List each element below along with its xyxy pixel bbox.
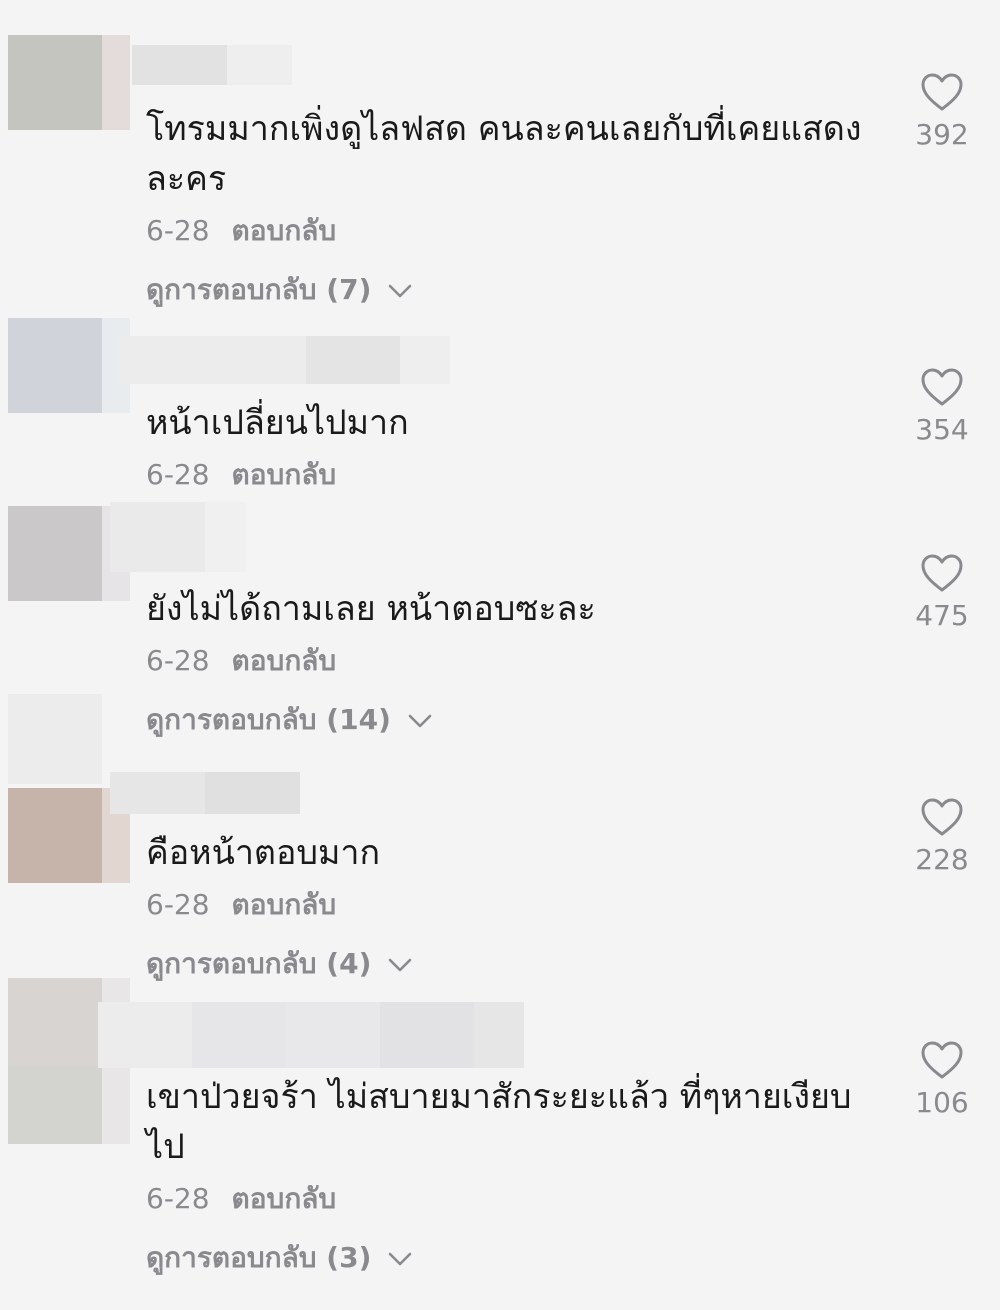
comment-text: คือหน้าตอบมาก <box>146 833 381 873</box>
like-button[interactable]: 228 <box>900 797 984 877</box>
like-count: 228 <box>915 843 969 876</box>
reply-button[interactable]: ตอบกลับ <box>232 644 337 677</box>
chevron-down-icon <box>408 714 431 728</box>
like-count: 106 <box>915 1086 969 1119</box>
username-blurred[interactable] <box>110 772 300 814</box>
view-replies-button[interactable]: ดูการตอบกลับ (3) <box>146 1241 413 1275</box>
comment-text: โทรมมากเพิ่งดูไลฟสด คนละคนเลยกับที่เคยแส… <box>146 109 862 199</box>
like-count: 354 <box>915 413 969 446</box>
username-blurred[interactable] <box>118 336 450 384</box>
view-replies-button[interactable]: ดูการตอบกลับ (14) <box>146 703 433 737</box>
comment-text: หน้าเปลี่ยนไปมาก <box>146 403 409 443</box>
comment-date: 6-28 <box>146 888 210 921</box>
view-replies-label: ดูการตอบกลับ (7) <box>146 273 372 306</box>
avatar[interactable] <box>8 35 130 130</box>
blurred-block <box>8 694 102 784</box>
reply-button[interactable]: ตอบกลับ <box>232 1182 337 1215</box>
like-button[interactable]: 106 <box>900 1040 984 1120</box>
comment-date: 6-28 <box>146 644 210 677</box>
username-blurred[interactable] <box>132 45 292 85</box>
chevron-down-icon <box>388 1252 412 1266</box>
username-blurred[interactable] <box>110 502 246 572</box>
comment-text: เขาป่วยจร้า ไม่สบายมาสักระยะแล้ว ที่ๆหาย… <box>146 1077 852 1167</box>
heart-outline-icon <box>921 368 963 406</box>
view-replies-button[interactable]: ดูการตอบกลับ (4) <box>146 947 413 981</box>
like-button[interactable]: 475 <box>900 553 984 633</box>
like-count: 475 <box>915 599 969 632</box>
heart-outline-icon <box>921 798 963 836</box>
view-replies-button[interactable]: ดูการตอบกลับ (7) <box>146 273 413 307</box>
chevron-down-icon <box>388 284 412 298</box>
comment-meta: 6-28 ตอบกลับ <box>146 458 336 492</box>
like-count: 392 <box>915 118 969 151</box>
view-replies-label: ดูการตอบกลับ (14) <box>146 703 391 736</box>
chevron-down-icon <box>388 958 412 972</box>
comment-date: 6-28 <box>146 214 210 247</box>
view-replies-label: ดูการตอบกลับ (4) <box>146 947 372 980</box>
view-replies-label: ดูการตอบกลับ (3) <box>146 1241 372 1274</box>
like-button[interactable]: 392 <box>900 72 984 152</box>
comment-meta: 6-28 ตอบกลับ <box>146 888 336 922</box>
heart-outline-icon <box>921 1041 963 1079</box>
like-button[interactable]: 354 <box>900 367 984 447</box>
comment-meta: 6-28 ตอบกลับ <box>146 1182 336 1216</box>
reply-button[interactable]: ตอบกลับ <box>232 888 337 921</box>
comment-date: 6-28 <box>146 458 210 491</box>
comment-text: ยังไม่ได้ถามเลย หน้าตอบซะละ <box>146 589 596 629</box>
username-blurred[interactable] <box>98 1002 524 1068</box>
comment-meta: 6-28 ตอบกลับ <box>146 644 336 678</box>
reply-button[interactable]: ตอบกลับ <box>232 214 337 247</box>
comment-date: 6-28 <box>146 1182 210 1215</box>
avatar[interactable] <box>8 318 130 413</box>
reply-button[interactable]: ตอบกลับ <box>232 458 337 491</box>
heart-outline-icon <box>921 73 963 111</box>
comment-meta: 6-28 ตอบกลับ <box>146 214 336 248</box>
heart-outline-icon <box>921 554 963 592</box>
